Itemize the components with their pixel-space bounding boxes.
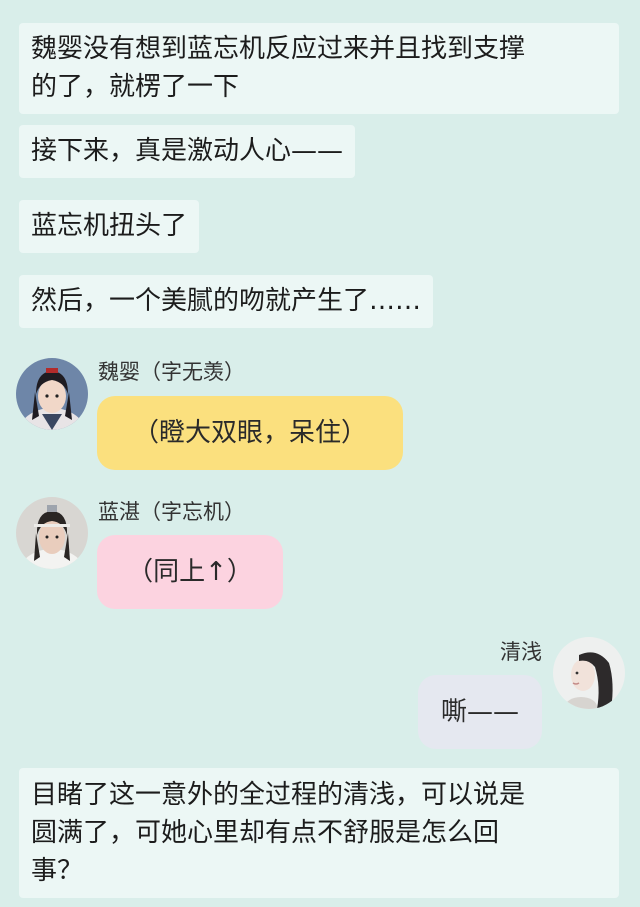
narration-text: 蓝忘机扭头了 <box>31 211 188 241</box>
narration-box: 目睹了这一意外的全过程的清浅，可以说是 圆满了，可她心里却有点不舒服是怎么回 事… <box>19 768 619 898</box>
narration-text: 目睹了这一意外的全过程的清浅，可以说是 <box>31 780 526 810</box>
qing-qian-avatar[interactable] <box>553 637 625 709</box>
sender-name: 清浅 <box>500 640 542 664</box>
narration-box: 魏婴没有想到蓝忘机反应过来并且找到支撑 的了，就楞了一下 <box>19 23 619 114</box>
lan-zhan-avatar[interactable] <box>16 497 88 569</box>
narration-text: 接下来，真是激动人心—— <box>31 136 344 166</box>
chat-bubble[interactable]: 嘶—— <box>418 675 542 749</box>
narration-text: 魏婴没有想到蓝忘机反应过来并且找到支撑 <box>31 34 526 64</box>
narration-text: 圆满了，可她心里却有点不舒服是怎么回 <box>31 818 500 848</box>
chat-bubble[interactable]: （同上↑） <box>97 535 283 609</box>
narration-box: 蓝忘机扭头了 <box>19 200 200 253</box>
narration-box: 接下来，真是激动人心—— <box>19 125 356 178</box>
message-text: 嘶—— <box>440 697 519 727</box>
wei-ying-avatar[interactable] <box>16 358 88 430</box>
message-text: （同上↑） <box>127 557 253 587</box>
narration-box: 然后，一个美腻的吻就产生了…… <box>19 275 434 328</box>
sender-name: 魏婴（字无羡） <box>98 360 245 384</box>
narration-text: 然后，一个美腻的吻就产生了…… <box>31 286 422 316</box>
narration-text: 的了，就楞了一下 <box>31 72 240 102</box>
narration-text: 事？ <box>31 856 84 886</box>
sender-name: 蓝湛（字忘机） <box>98 500 245 524</box>
message-text: （瞪大双眼，呆住） <box>132 418 367 448</box>
chat-bubble[interactable]: （瞪大双眼，呆住） <box>97 396 403 470</box>
chat-story-page: 魏婴没有想到蓝忘机反应过来并且找到支撑 的了，就楞了一下 接下来，真是激动人心—… <box>0 0 640 907</box>
